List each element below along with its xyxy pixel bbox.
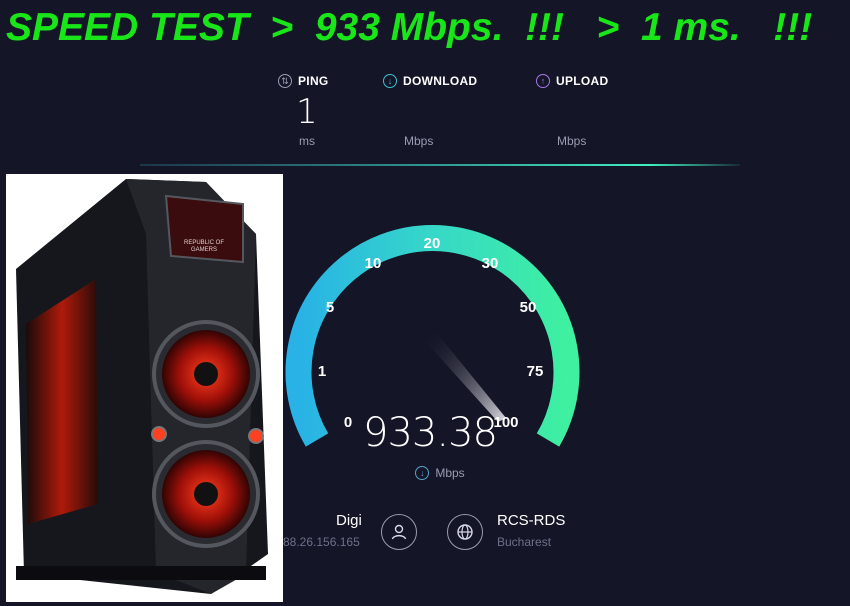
server-name: RCS-RDS xyxy=(497,512,566,529)
ping-unit: ms xyxy=(299,134,315,148)
test-progress-line xyxy=(140,164,740,166)
globe-icon xyxy=(457,524,473,540)
gaming-pc-illustration: REPUBLIC OF GAMERS xyxy=(16,179,268,594)
speed-reading: 933.38 xyxy=(363,410,498,456)
tick-label: 30 xyxy=(482,255,499,272)
tick-label: 75 xyxy=(527,363,544,380)
ping-value: 1 xyxy=(296,92,318,132)
isp-ip: 88.26.156.165 xyxy=(283,535,360,549)
tick-label: 5 xyxy=(326,299,334,316)
ping-label: PING xyxy=(298,74,329,88)
speed-unit: ↓ Mbps xyxy=(400,466,480,480)
badge-text-1: REPUBLIC OF xyxy=(184,240,224,246)
upload-metric: ↑ UPLOAD xyxy=(536,74,608,88)
speed-unit-label: Mbps xyxy=(435,466,465,480)
download-arrow-icon: ↓ xyxy=(383,74,397,88)
user-icon xyxy=(391,524,407,540)
download-metric: ↓ DOWNLOAD xyxy=(383,74,477,88)
server-globe-button[interactable] xyxy=(447,514,483,550)
tick-label: 50 xyxy=(520,299,537,316)
upload-label: UPLOAD xyxy=(556,74,609,88)
ping-metric: ⇅ PING xyxy=(278,74,329,88)
tick-label: 20 xyxy=(424,235,441,252)
tick-label: 10 xyxy=(365,255,382,272)
gaming-pc-photo: REPUBLIC OF GAMERS xyxy=(6,174,283,602)
headline-banner: SPEED TEST > 933 Mbps. !!! > 1 ms. !!! xyxy=(6,6,813,49)
tick-label: 1 xyxy=(318,363,326,380)
fan-top xyxy=(152,320,260,428)
download-label: DOWNLOAD xyxy=(403,74,478,88)
download-arrow-icon: ↓ xyxy=(415,466,430,480)
download-unit: Mbps xyxy=(404,134,434,148)
user-profile-button[interactable] xyxy=(381,514,417,550)
upload-arrow-icon: ↑ xyxy=(536,74,550,88)
fan-bottom xyxy=(152,440,260,548)
badge-text-2: GAMERS xyxy=(191,247,217,253)
isp-name: Digi xyxy=(336,512,362,529)
ping-icon: ⇅ xyxy=(278,74,292,88)
server-location: Bucharest xyxy=(497,535,552,549)
upload-unit: Mbps xyxy=(557,134,587,148)
gauge-needle xyxy=(426,332,506,422)
